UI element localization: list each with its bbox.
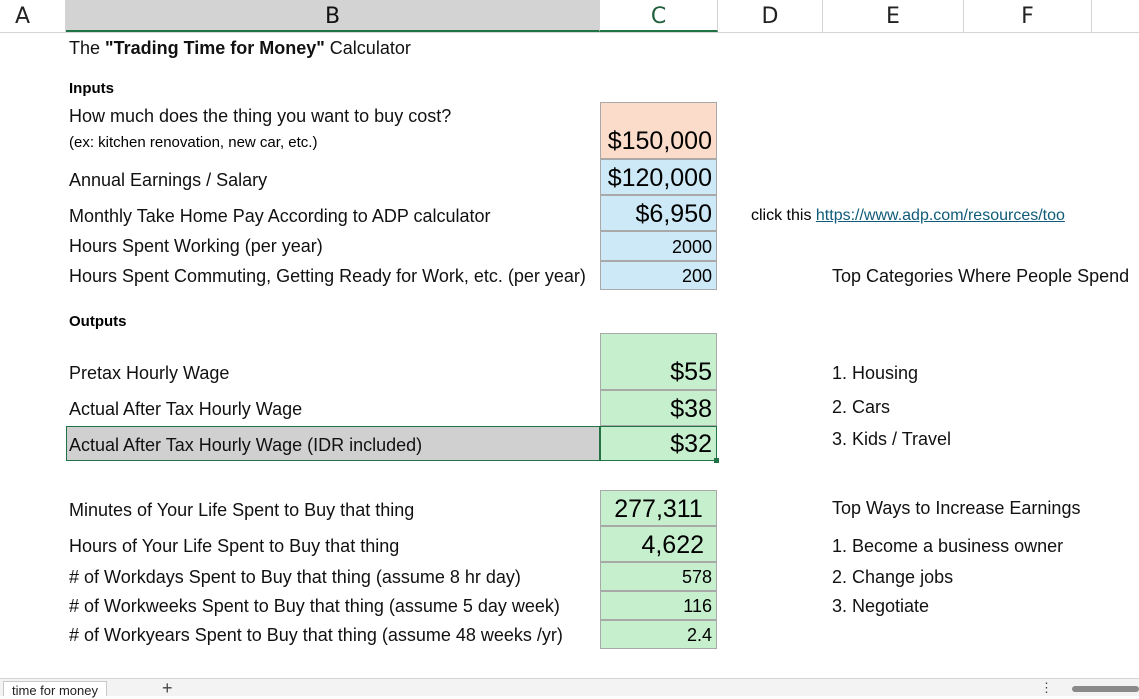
column-c-label: C bbox=[650, 4, 667, 29]
earn-item-negotiate[interactable]: 3. Negotiate bbox=[832, 596, 929, 617]
add-sheet-icon[interactable]: + bbox=[162, 678, 173, 699]
cost-example[interactable]: (ex: kitchen renovation, new car, etc.) bbox=[69, 134, 317, 151]
minutes-output-cell[interactable]: 277,311 bbox=[600, 490, 717, 526]
hours-life-label[interactable]: Hours of Your Life Spent to Buy that thi… bbox=[69, 536, 399, 557]
adp-link[interactable]: https://www.adp.com/resources/too bbox=[816, 207, 1065, 224]
more-options-icon[interactable]: ⋮ bbox=[1040, 680, 1053, 696]
cost-input-cell[interactable]: $150,000 bbox=[600, 102, 717, 159]
workweeks-label[interactable]: # of Workweeks Spent to Buy that thing (… bbox=[69, 596, 560, 617]
column-d-label: D bbox=[761, 4, 779, 29]
column-f-label: F bbox=[1021, 4, 1034, 29]
column-e-label: E bbox=[886, 4, 900, 29]
salary-label[interactable]: Annual Earnings / Salary bbox=[69, 170, 267, 191]
cost-label[interactable]: How much does the thing you want to buy … bbox=[69, 106, 451, 127]
workdays-output-cell[interactable]: 578 bbox=[600, 562, 717, 591]
pretax-value: $55 bbox=[670, 358, 712, 386]
page-title[interactable]: The "Trading Time for Money" Calculator bbox=[69, 38, 411, 59]
aftertax-output-cell[interactable]: $38 bbox=[600, 390, 717, 426]
spend-heading[interactable]: Top Categories Where People Spend bbox=[832, 266, 1129, 287]
sheet-tab-time-for-money[interactable]: time for money bbox=[3, 681, 107, 698]
earn-item-business[interactable]: 1. Become a business owner bbox=[832, 536, 1063, 557]
column-header-e[interactable]: E bbox=[823, 0, 964, 32]
workdays-label[interactable]: # of Workdays Spent to Buy that thing (a… bbox=[69, 567, 521, 588]
inputs-heading[interactable]: Inputs bbox=[69, 80, 114, 97]
title-bold: "Trading Time for Money" bbox=[105, 38, 325, 58]
pretax-output-cell[interactable]: $55 bbox=[600, 333, 717, 390]
title-prefix: The bbox=[69, 38, 106, 58]
cost-value: $150,000 bbox=[607, 127, 712, 155]
pretax-label[interactable]: Pretax Hourly Wage bbox=[69, 363, 229, 384]
column-a-label: A bbox=[14, 4, 31, 29]
aftertax-label[interactable]: Actual After Tax Hourly Wage bbox=[69, 399, 302, 420]
column-b-label: B bbox=[324, 4, 341, 29]
hours-working-input-cell[interactable]: 2000 bbox=[600, 231, 717, 261]
salary-input-cell[interactable]: $120,000 bbox=[600, 159, 717, 195]
workyears-output-cell[interactable]: 2.4 bbox=[600, 620, 717, 649]
column-header-d[interactable]: D bbox=[718, 0, 823, 32]
column-header-a[interactable]: A bbox=[0, 0, 66, 32]
spend-item-housing[interactable]: 1. Housing bbox=[832, 363, 918, 384]
earn-item-jobs[interactable]: 2. Change jobs bbox=[832, 567, 953, 588]
minutes-label[interactable]: Minutes of Your Life Spent to Buy that t… bbox=[69, 500, 414, 521]
adp-hint: click this https://www.adp.com/resources… bbox=[751, 207, 1065, 225]
outputs-heading[interactable]: Outputs bbox=[69, 313, 127, 330]
idr-output-cell[interactable]: $32 bbox=[600, 426, 717, 461]
earn-heading[interactable]: Top Ways to Increase Earnings bbox=[832, 498, 1080, 519]
idr-label[interactable]: Actual After Tax Hourly Wage (IDR includ… bbox=[69, 435, 422, 456]
takehome-input-cell[interactable]: $6,950 bbox=[600, 195, 717, 231]
column-header-b[interactable]: B bbox=[66, 0, 600, 32]
commute-input-cell[interactable]: 200 bbox=[600, 261, 717, 290]
column-header-c[interactable]: C bbox=[600, 0, 718, 32]
workyears-label[interactable]: # of Workyears Spent to Buy that thing (… bbox=[69, 625, 563, 646]
takehome-label[interactable]: Monthly Take Home Pay According to ADP c… bbox=[69, 206, 491, 227]
spend-item-kids-travel[interactable]: 3. Kids / Travel bbox=[832, 429, 951, 450]
fill-handle[interactable] bbox=[714, 458, 719, 463]
horizontal-scrollbar[interactable] bbox=[1072, 686, 1139, 692]
workweeks-output-cell[interactable]: 116 bbox=[600, 591, 717, 620]
commute-label[interactable]: Hours Spent Commuting, Getting Ready for… bbox=[69, 266, 586, 287]
title-suffix: Calculator bbox=[324, 38, 411, 58]
spend-item-cars[interactable]: 2. Cars bbox=[832, 397, 890, 418]
adp-prefix: click this bbox=[751, 207, 816, 224]
hours-working-label[interactable]: Hours Spent Working (per year) bbox=[69, 236, 323, 257]
hours-life-output-cell[interactable]: 4,622 bbox=[600, 526, 717, 562]
column-header-f[interactable]: F bbox=[964, 0, 1092, 32]
